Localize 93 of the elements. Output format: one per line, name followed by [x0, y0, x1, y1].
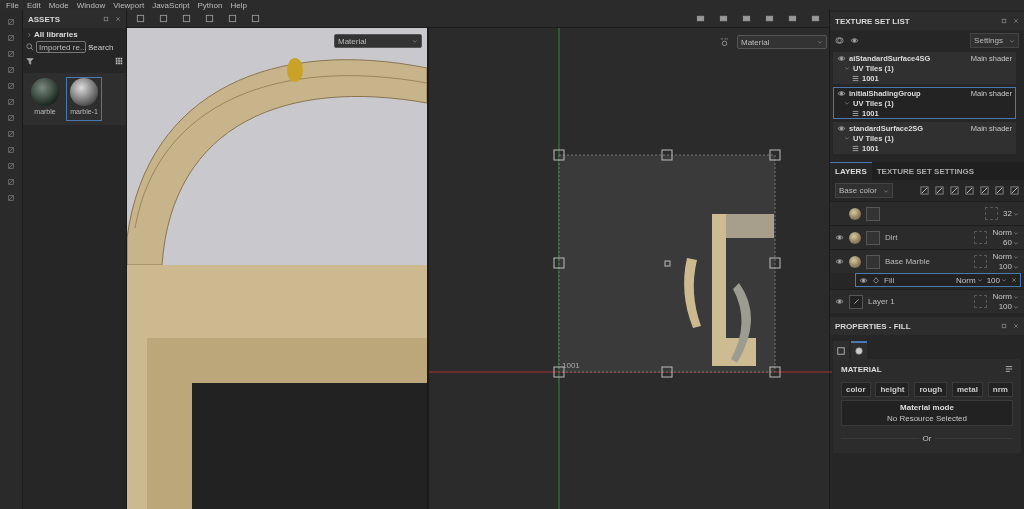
layer-thumbnail	[849, 231, 861, 244]
mask-slot	[974, 231, 988, 244]
caret-icon[interactable]	[844, 65, 850, 71]
mask-slot	[985, 207, 999, 220]
chevron-right-icon[interactable]	[26, 31, 32, 38]
blend-mode-dropdown[interactable]: Norm	[992, 252, 1019, 261]
eye-icon[interactable]	[837, 123, 846, 133]
eye-icon[interactable]	[835, 297, 844, 306]
close-icon[interactable]	[1011, 277, 1017, 283]
uv-tile-label: 1001	[562, 361, 580, 370]
panel-title: TEXTURE SET LIST	[835, 16, 911, 26]
blend-mode-dropdown[interactable]: Norm	[956, 275, 983, 285]
layer-thumbnail	[849, 255, 861, 268]
close-icon[interactable]	[1013, 18, 1019, 24]
menu-item[interactable]: File	[4, 0, 25, 10]
tile-icon	[852, 144, 859, 152]
caret-icon[interactable]	[412, 38, 418, 44]
search-button[interactable]: Search	[88, 42, 114, 52]
menu-item[interactable]: Mode	[46, 0, 75, 10]
layer-row[interactable]: Base Marble Norm 100	[830, 249, 1024, 273]
caret-icon[interactable]	[976, 277, 983, 283]
material-ball-icon	[855, 347, 863, 355]
viewport-mode-dropdown[interactable]: Material	[737, 35, 827, 49]
channel-button[interactable]: height	[875, 382, 910, 397]
eye-icon[interactable]	[835, 233, 844, 242]
channel-button[interactable]: rough	[914, 382, 948, 397]
section-title: MATERIAL	[841, 365, 882, 374]
layer-row[interactable]: 32	[830, 201, 1024, 225]
caret-icon[interactable]	[882, 187, 889, 194]
grid-view-icon[interactable]	[115, 57, 123, 65]
layer-row[interactable]: Dirt Norm 60	[830, 225, 1024, 249]
eye-icon[interactable]	[835, 257, 844, 266]
caret-icon[interactable]	[844, 100, 850, 106]
properties-tab[interactable]	[851, 341, 867, 359]
channel-button[interactable]: color	[841, 382, 871, 397]
caret-icon[interactable]	[844, 135, 850, 141]
menu-item[interactable]: Window	[74, 0, 112, 10]
menu-item[interactable]: Viewport	[111, 0, 151, 10]
caret-icon[interactable]	[1001, 277, 1007, 283]
opacity-dropdown[interactable]: 60	[1003, 238, 1019, 247]
blend-mode-dropdown[interactable]: Norm	[992, 228, 1019, 237]
close-icon[interactable]	[115, 16, 121, 22]
opacity-dropdown[interactable]: 100	[998, 302, 1019, 311]
tile-icon	[852, 109, 859, 117]
channel-button[interactable]: nrm	[987, 382, 1013, 397]
filter-icon[interactable]	[26, 57, 34, 65]
layer-row[interactable]: Layer 1 Norm 100	[830, 289, 1024, 313]
layer-name: Layer 1	[868, 297, 895, 306]
fill-sublayer[interactable]: Fill Norm 100	[855, 273, 1021, 287]
list-options-icon[interactable]	[1005, 365, 1013, 373]
eye-icon[interactable]	[850, 36, 859, 45]
library-breadcrumb[interactable]: All libraries	[34, 30, 78, 39]
properties-tab[interactable]	[833, 341, 849, 359]
caret-icon[interactable]	[1009, 37, 1015, 44]
panel-tab[interactable]: LAYERS	[830, 162, 872, 180]
menu-item[interactable]: Help	[228, 0, 253, 10]
mask-thumbnail	[866, 230, 880, 245]
menu-item[interactable]: Python	[195, 0, 229, 10]
opacity-dropdown[interactable]: 100	[986, 275, 1007, 285]
menu-item[interactable]: Edit	[24, 0, 47, 10]
settings-dropdown[interactable]: Settings	[970, 33, 1019, 48]
panel-title: PROPERTIES - FILL	[835, 321, 912, 331]
opacity-dropdown[interactable]: 32	[1003, 209, 1019, 218]
eye-icon[interactable]	[837, 88, 846, 98]
layer-name: Fill	[884, 275, 896, 285]
eye-icon[interactable]	[859, 275, 868, 285]
mask-slot	[974, 255, 988, 268]
grid-settings-icon[interactable]	[720, 38, 729, 47]
settings-panel-icon	[837, 347, 845, 355]
search-icon[interactable]	[26, 43, 34, 51]
opacity-dropdown[interactable]: 100	[998, 262, 1019, 271]
tile-icon	[852, 74, 859, 82]
material-mode-title: Material mode	[899, 403, 955, 412]
material-mode-slot[interactable]: Material mode No Resource Selected	[841, 400, 1013, 426]
layer-thumbnail	[849, 207, 861, 220]
mask-thumbnail	[866, 206, 880, 221]
separator-label: Or	[922, 434, 932, 443]
close-icon[interactable]	[1013, 323, 1019, 329]
layer-name: Base Marble	[885, 257, 930, 266]
visibility-toggle-icon[interactable]	[835, 36, 844, 45]
mask-thumbnail	[866, 254, 880, 269]
panel-title: ASSETS	[28, 14, 61, 24]
caret-icon[interactable]	[1013, 210, 1019, 217]
channel-button[interactable]: metal	[952, 382, 983, 397]
caret-icon[interactable]	[817, 39, 823, 45]
channel-dropdown[interactable]: Base color	[835, 183, 893, 198]
eye-icon[interactable]	[837, 53, 846, 63]
material-mode-value: No Resource Selected	[885, 414, 968, 423]
layer-name: Dirt	[885, 233, 898, 242]
mask-slot	[974, 295, 988, 308]
menu-item[interactable]: JavaScript	[150, 0, 196, 10]
viewport-mode-dropdown[interactable]: Material	[334, 34, 422, 48]
blend-mode-dropdown[interactable]: Norm	[992, 292, 1019, 301]
